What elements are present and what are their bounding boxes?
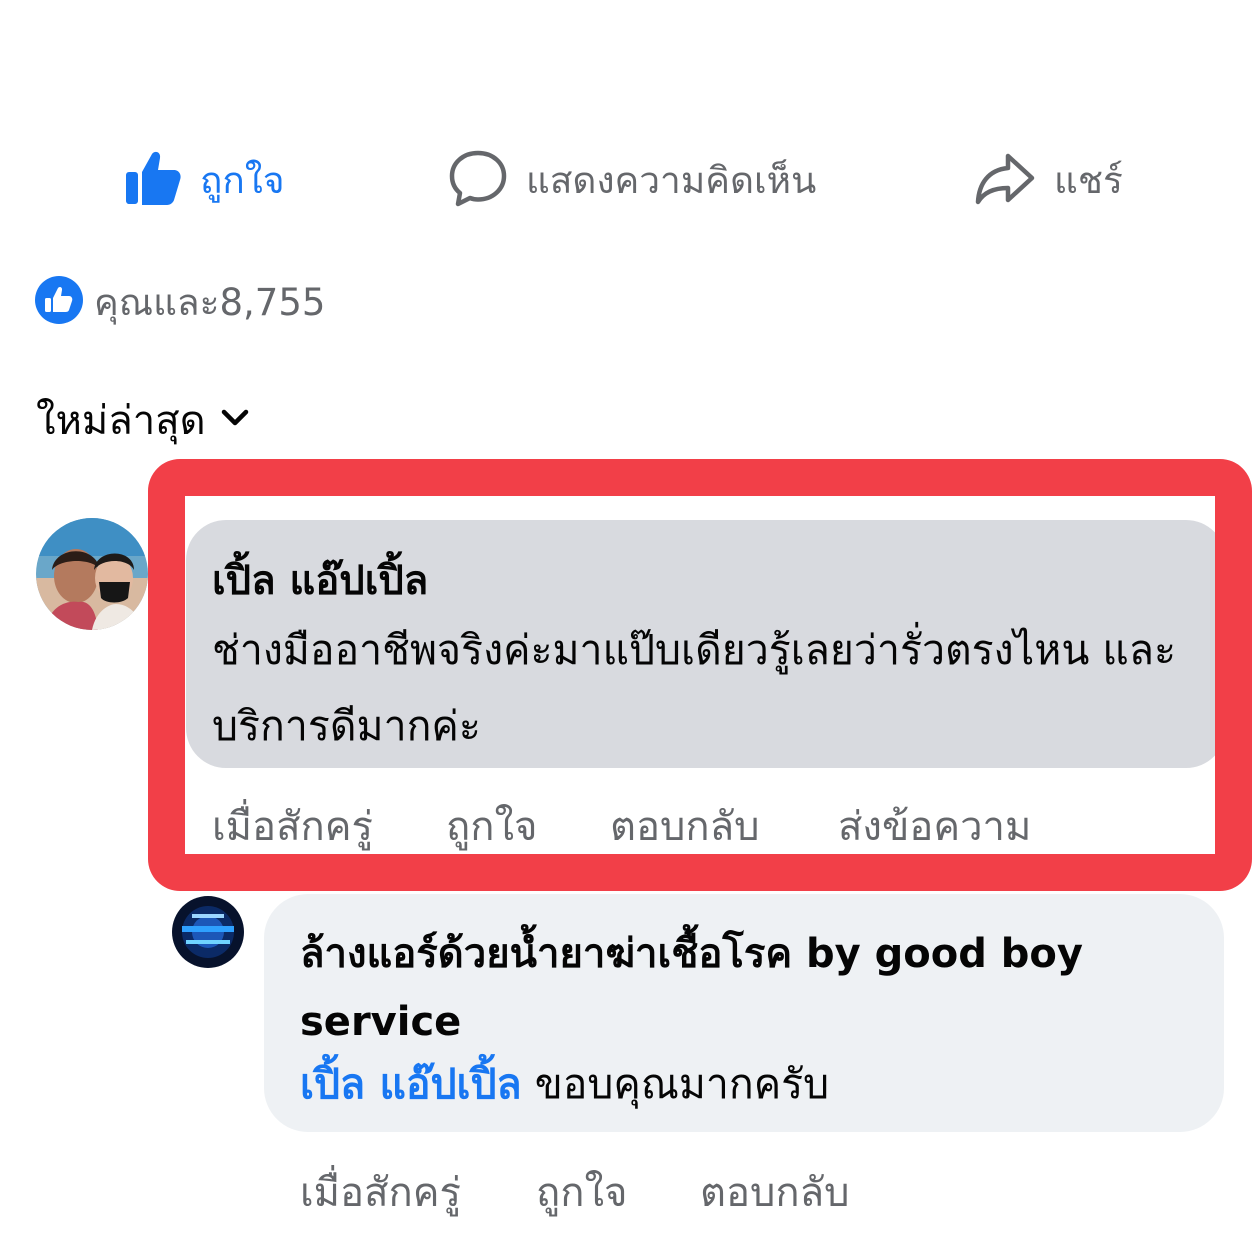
reply-message: ขอบคุณมากครับ <box>521 1060 830 1108</box>
chevron-down-icon <box>220 408 250 432</box>
like-icon <box>34 275 84 329</box>
highlight-frame <box>148 459 1252 891</box>
reply-text: เปิ้ล แอ๊ปเปิ้ล ขอบคุณมากครับ <box>300 1054 829 1114</box>
reply-like-button[interactable]: ถูกใจ <box>536 1160 627 1224</box>
thumbs-up-icon <box>122 148 182 212</box>
reactions-summary[interactable]: คุณและ8,755 <box>34 276 325 328</box>
page-avatar[interactable] <box>172 896 244 968</box>
comment-label: แสดงความคิดเห็น <box>526 158 817 202</box>
avatar[interactable] <box>36 518 148 630</box>
reply-timestamp: เมื่อสักครู่ <box>300 1170 461 1216</box>
sort-dropdown[interactable]: ใหม่ล่าสุด <box>36 390 250 450</box>
like-button[interactable]: ถูกใจ <box>122 140 285 220</box>
reply-author[interactable]: ล้างแอร์ด้วยน้ำยาฆ่าเชื้อโรค by good boy… <box>300 920 1180 1056</box>
comment-button[interactable]: แสดงความคิดเห็น <box>448 140 816 220</box>
share-arrow-icon <box>974 148 1036 212</box>
reply-reply-button[interactable]: ตอบกลับ <box>700 1160 850 1224</box>
share-button[interactable]: แชร์ <box>974 140 1123 220</box>
like-label: ถูกใจ <box>200 158 285 202</box>
share-label: แชร์ <box>1054 158 1123 202</box>
reactions-count: คุณและ8,755 <box>94 280 326 324</box>
comment-bubble-icon <box>448 148 508 212</box>
sort-label: ใหม่ล่าสุด <box>36 398 206 444</box>
reply-mention-link[interactable]: เปิ้ล แอ๊ปเปิ้ล <box>300 1060 522 1108</box>
